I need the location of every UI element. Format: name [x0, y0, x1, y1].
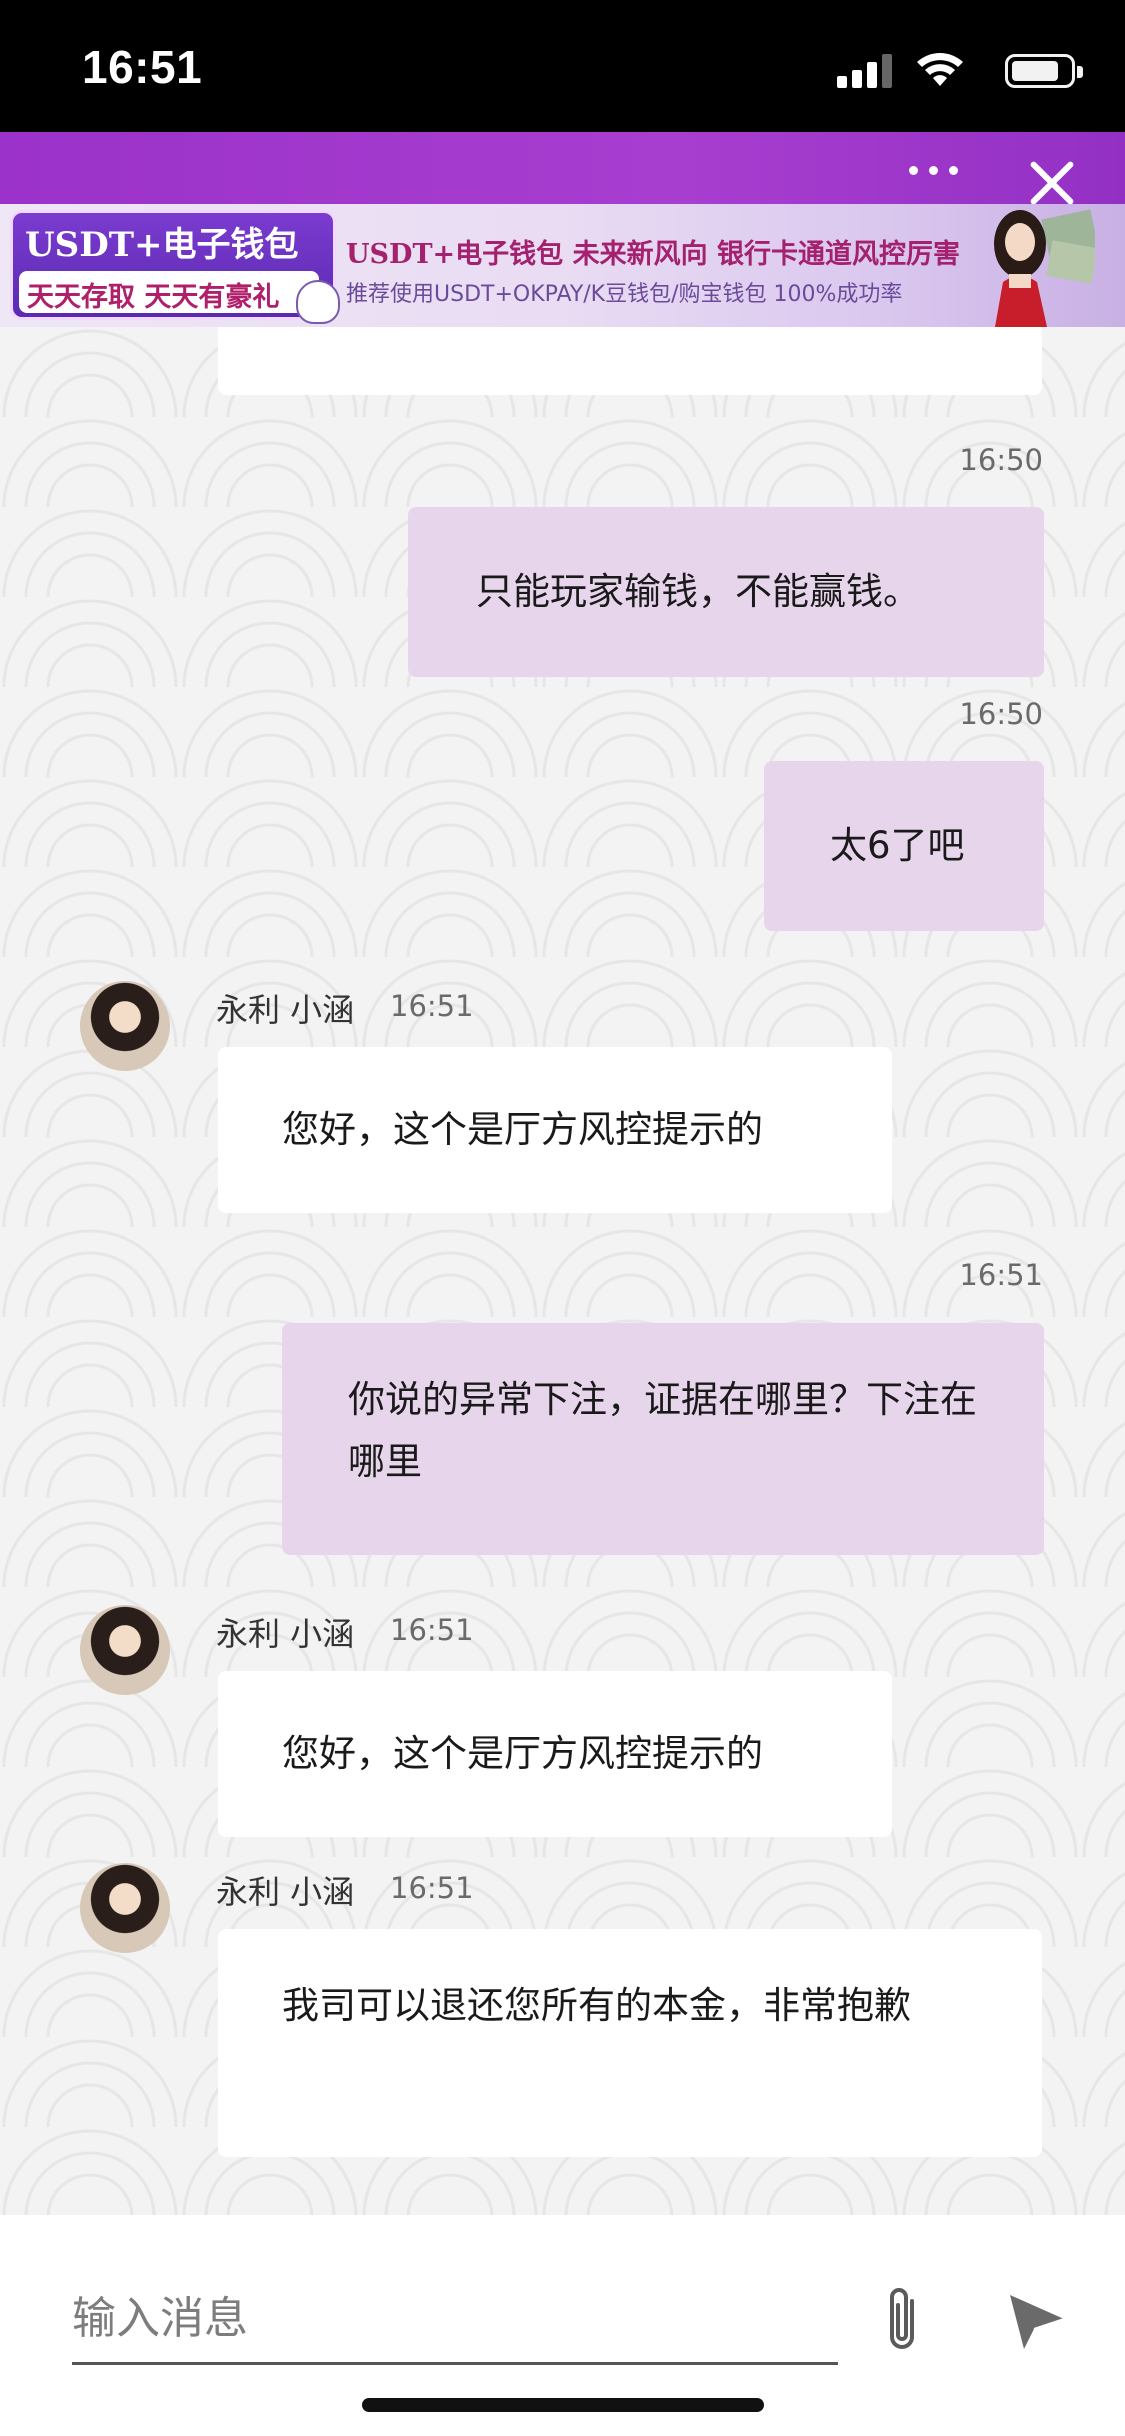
message-text: 只能玩家输钱，不能赢钱。 [476, 570, 920, 613]
signal-icon [837, 54, 893, 88]
message-text: 您好，这个是厅方风控提示的 [282, 1108, 763, 1151]
ad-left-title: USDT+电子钱包 [25, 225, 299, 265]
message-bubble-incoming[interactable]: 我司可以退还您所有的本金，非常抱歉 [218, 1929, 1042, 2157]
battery-icon [1005, 54, 1083, 88]
message-bubble-incoming[interactable]: 您好，这个是厅方风控提示的 [218, 1047, 892, 1213]
pointing-hand-icon [296, 280, 340, 324]
status-bar: 16:51 [0, 0, 1125, 132]
agent-avatar[interactable] [80, 981, 170, 1071]
status-time: 16:51 [82, 41, 203, 93]
home-indicator [362, 2398, 764, 2412]
message-time: 16:51 [390, 1613, 474, 1647]
message-time: 16:51 [390, 1871, 474, 1905]
message-time: 16:51 [959, 1258, 1043, 1292]
send-icon[interactable] [1006, 2289, 1068, 2351]
message-time: 16:51 [390, 989, 474, 1023]
message-input[interactable] [72, 2275, 838, 2365]
agent-avatar[interactable] [80, 1605, 170, 1695]
message-time: 16:50 [959, 697, 1043, 731]
message-text: 你说的异常下注，证据在哪里？下注在哪里 [348, 1378, 977, 1483]
sender-name: 永利 小涵 [216, 1615, 355, 1653]
ad-badge: USDT+电子钱包 天天存取 天天有豪礼 [10, 210, 336, 320]
close-icon[interactable] [1027, 158, 1077, 208]
message-text: 太6了吧 [830, 824, 965, 867]
agent-avatar[interactable] [80, 1863, 170, 1953]
message-bubble-partial [218, 327, 1042, 395]
sender-name: 永利 小涵 [216, 1873, 355, 1911]
message-bubble-outgoing[interactable]: 只能玩家输钱，不能赢钱。 [408, 507, 1044, 677]
message-bubble-outgoing[interactable]: 你说的异常下注，证据在哪里？下注在哪里 [282, 1323, 1044, 1555]
message-time: 16:50 [959, 443, 1043, 477]
ad-main-subtitle: 推荐使用USDT+OKPAY/K豆钱包/购宝钱包 100%成功率 [346, 282, 903, 307]
paperclip-icon[interactable] [876, 2285, 928, 2357]
ad-banner[interactable]: USDT+电子钱包 天天存取 天天有豪礼 USDT+电子钱包 未来新风向 银行卡… [0, 204, 1125, 327]
chat-area[interactable]: 16:50 只能玩家输钱，不能赢钱。 16:50 太6了吧 永利 小涵 16:5… [0, 327, 1125, 2215]
more-dots-icon[interactable] [905, 154, 965, 184]
message-text: 您好，这个是厅方风控提示的 [282, 1732, 763, 1775]
chat-header [0, 132, 1125, 204]
message-text: 我司可以退还您所有的本金，非常抱歉 [282, 1984, 911, 2027]
message-bubble-incoming[interactable]: 您好，这个是厅方风控提示的 [218, 1671, 892, 1837]
status-icons [783, 50, 1083, 90]
sender-name: 永利 小涵 [216, 991, 355, 1029]
ad-main-title: USDT+电子钱包 未来新风向 银行卡通道风控厉害 [346, 239, 960, 270]
ad-model-image [994, 209, 1095, 327]
message-bubble-outgoing[interactable]: 太6了吧 [764, 761, 1044, 931]
ad-left-subtitle: 天天存取 天天有豪礼 [19, 271, 319, 313]
wifi-icon [917, 53, 963, 86]
